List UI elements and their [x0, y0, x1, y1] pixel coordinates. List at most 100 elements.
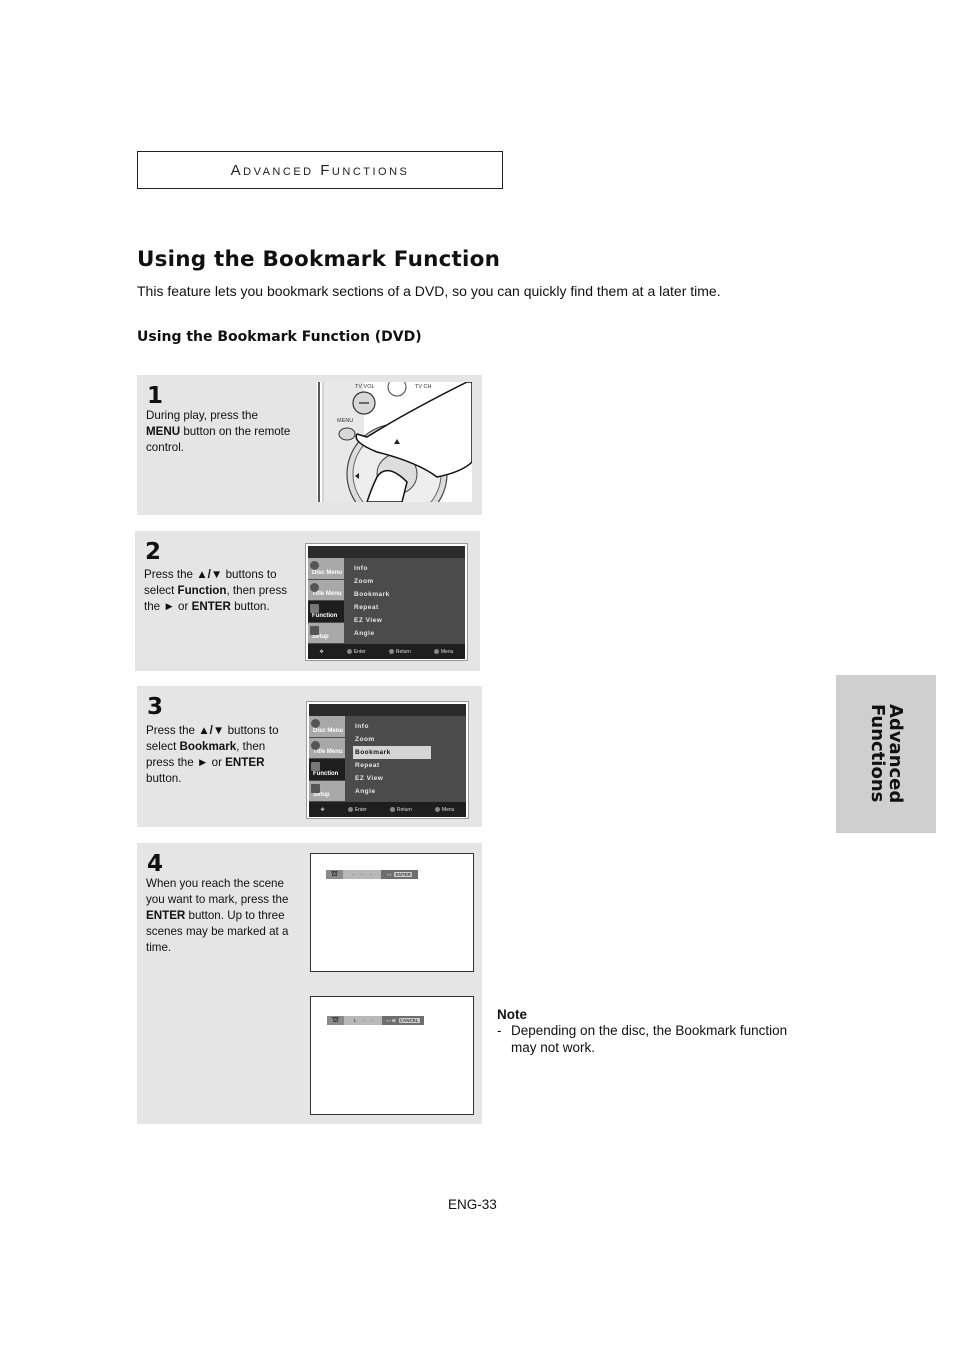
osd-item-repeat[interactable]: Repeat — [354, 601, 432, 614]
osd-side-title-menu[interactable]: Title Menu — [309, 737, 345, 759]
osd-item-bookmark-selected[interactable]: Bookmark — [353, 746, 431, 759]
slot-1: 1 — [353, 1018, 356, 1023]
label: Enter — [353, 648, 366, 655]
bookmark-icon: ⛫ — [326, 870, 343, 879]
label: Function — [313, 770, 339, 777]
step-text: During play, press the MENU button on th… — [146, 408, 291, 456]
osd-menu: Disc Menu Title Menu Function Setup Info… — [305, 543, 468, 661]
menu-label: MENU — [337, 418, 353, 424]
osd-item-angle[interactable]: Angle — [354, 627, 432, 640]
osd-item-ez-view[interactable]: EZ View — [354, 614, 432, 627]
slot-1: - — [352, 872, 355, 877]
enter-dot-icon — [346, 648, 352, 654]
text: Press the — [146, 724, 199, 737]
setup-icon — [310, 625, 319, 635]
enter-key: ENTER — [191, 600, 231, 613]
slot-2: - — [361, 872, 363, 877]
setup-icon — [311, 783, 320, 793]
tv-ch-label: TV CH — [415, 384, 432, 390]
osd-item-info[interactable]: Info — [354, 562, 432, 575]
label: Disc Menu — [312, 569, 343, 576]
bookmark-bar: ⛫ 1 - - ‹ › ⊙ CANCEL — [327, 1016, 424, 1025]
label: Title Menu — [313, 749, 343, 755]
title-icon — [311, 740, 320, 750]
osd-item-info[interactable]: Info — [355, 720, 433, 733]
osd-side-function[interactable]: Function — [308, 601, 344, 623]
step-3: 3 Press the ▲/▼ buttons to select Bookma… — [137, 686, 482, 827]
label: Function — [312, 612, 338, 619]
slot-3: - — [371, 1018, 373, 1023]
osd-items: Info Zoom Bookmark Repeat EZ View Angle — [353, 720, 433, 798]
bookmark-slots: 1 - - — [344, 1016, 382, 1025]
osd-item-zoom[interactable]: Zoom — [354, 575, 432, 588]
step-text: When you reach the scene you want to mar… — [146, 876, 291, 956]
side-chapter-tab[interactable]: Advanced Functions — [836, 675, 936, 833]
bullet-dash: - — [497, 1023, 502, 1038]
osd-side-setup[interactable]: Setup — [308, 622, 344, 644]
up-down-arrows: ▲/▼ — [198, 724, 225, 737]
intro-text: This feature lets you bookmark sections … — [137, 283, 721, 299]
right-arrow: ► — [196, 756, 209, 769]
bookmark-icon: ⛫ — [327, 1016, 344, 1025]
bookmark-screen-marked: ⛫ 1 - - ‹ › ⊙ CANCEL — [310, 996, 474, 1115]
bookmark-action: ‹ › ENTER — [381, 870, 418, 879]
slot-3: - — [369, 872, 372, 877]
osd-item-bookmark[interactable]: Bookmark — [354, 588, 432, 601]
remote-illustration: TV VOL TV CH MENU — [317, 382, 472, 502]
nav-arrows-icon: ‹ › — [387, 872, 392, 877]
osd-side-title-menu[interactable]: Title Menu — [308, 579, 344, 601]
osd-side-menu: Disc Menu Title Menu Function Setup — [308, 558, 344, 644]
step-number: 4 — [147, 851, 164, 877]
osd-titlebar — [309, 704, 466, 716]
menu-hint: Menu — [434, 806, 454, 813]
side-tab-label: Advanced Functions — [867, 704, 906, 804]
enter-hint: ENTER — [394, 872, 412, 877]
osd-item-zoom[interactable]: Zoom — [355, 733, 433, 746]
text: or — [174, 600, 192, 613]
osd-footer: ✥ Enter Return Menu — [309, 802, 466, 817]
enter-key: ENTER — [146, 909, 186, 922]
osd-side-function[interactable]: Function — [309, 759, 345, 781]
bookmark-screen-empty: ⛫ - - - ‹ › ENTER — [310, 853, 474, 972]
text: During play, press the — [146, 409, 258, 422]
title-icon — [310, 582, 319, 592]
function-key: Function — [177, 584, 227, 597]
menu-dot-icon — [434, 806, 440, 812]
note-title: Note — [497, 1007, 527, 1022]
bookmark-action: ‹ › ⊙ CANCEL — [382, 1016, 424, 1025]
function-icon — [310, 604, 319, 613]
enter-hint: Enter — [347, 807, 367, 813]
label: Setup — [313, 792, 330, 798]
enter-key: ENTER — [225, 756, 265, 769]
osd-item-ez-view[interactable]: EZ View — [355, 772, 433, 785]
step-4: 4 When you reach the scene you want to m… — [137, 843, 482, 1124]
label: Disc Menu — [313, 727, 344, 734]
osd-item-angle[interactable]: Angle — [355, 785, 433, 798]
osd-side-setup[interactable]: Setup — [309, 780, 345, 802]
step-number: 1 — [147, 383, 164, 409]
osd-body: Disc Menu Title Menu Function Setup Info… — [308, 558, 465, 644]
osd-item-repeat[interactable]: Repeat — [355, 759, 433, 772]
function-icon — [311, 762, 320, 771]
section-title: Advanced Functions — [230, 161, 410, 179]
dpad-icon: ✥ — [320, 806, 325, 813]
osd-footer: ✥ Enter Return Menu — [308, 644, 465, 659]
return-hint: Return — [389, 806, 412, 813]
step-text: Press the ▲/▼ buttons to select Bookmark… — [146, 723, 291, 787]
tv-vol-label: TV VOL — [355, 384, 375, 390]
osd-side-disc-menu[interactable]: Disc Menu — [308, 558, 344, 580]
page-number: ENG-33 — [448, 1197, 497, 1212]
return-hint: Return — [388, 649, 411, 655]
label: Return — [396, 806, 412, 813]
dpad-icon: ✥ — [319, 648, 324, 655]
osd-menu: Disc Menu Title Menu Function Setup Info… — [306, 701, 469, 819]
cancel-hint: CANCEL — [398, 1018, 420, 1023]
text: or — [208, 756, 226, 769]
note-text: Depending on the disc, the Bookmark func… — [511, 1023, 788, 1055]
remote-hand-icon: TV VOL TV CH MENU — [317, 382, 472, 502]
text: When you reach the scene you want to mar… — [146, 877, 289, 906]
osd-side-disc-menu[interactable]: Disc Menu — [309, 716, 345, 738]
enter-hint: Enter — [346, 648, 366, 655]
nav-arrows-icon: ‹ › ⊙ — [386, 1017, 396, 1023]
text: Press the — [144, 568, 197, 581]
